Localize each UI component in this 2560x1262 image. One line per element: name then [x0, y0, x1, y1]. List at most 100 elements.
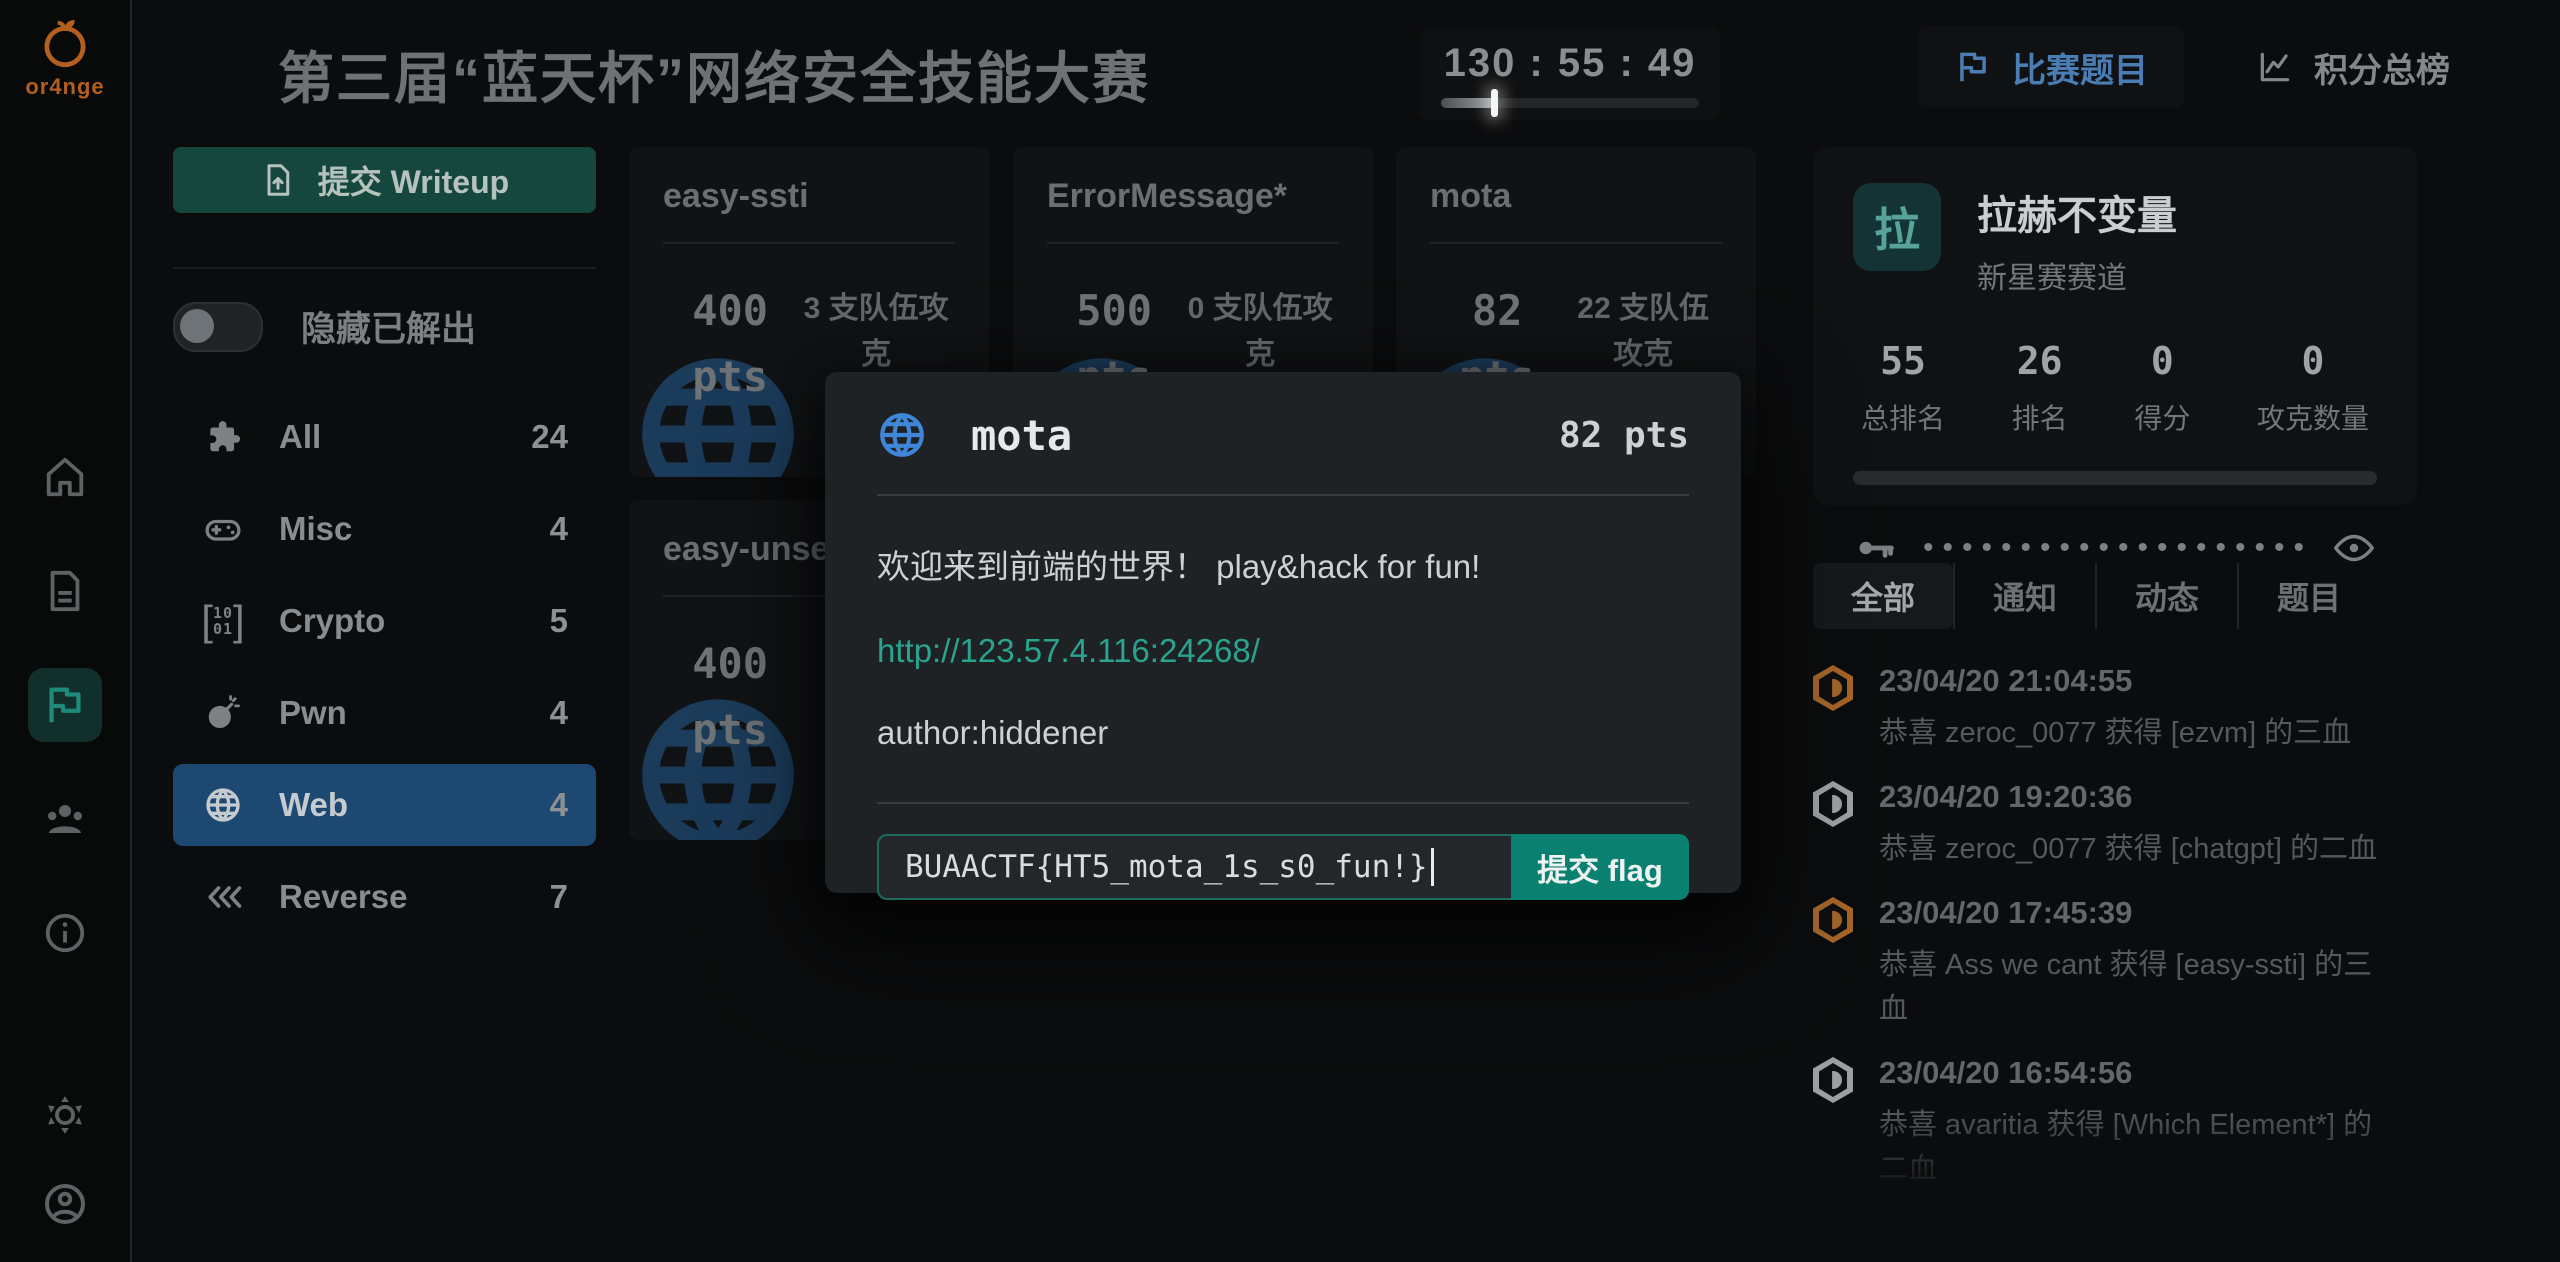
- divider: [173, 267, 596, 269]
- bomb-icon: [201, 694, 245, 732]
- page-title: 第三届“蓝天杯”网络安全技能大赛: [278, 34, 1150, 115]
- second-blood-badge-icon: [1813, 1057, 1853, 1103]
- timer-progress-track: [1441, 98, 1699, 108]
- modal-title: mota: [971, 411, 1072, 460]
- sidebar-item-teams[interactable]: [28, 782, 102, 856]
- stat-label: 总排名: [1861, 397, 1945, 437]
- category-count: 5: [550, 602, 568, 640]
- stat-value: 0: [2257, 339, 2369, 383]
- countdown-timer: 130 : 55 : 49: [1420, 28, 1720, 120]
- feed-tab-all[interactable]: 全部: [1813, 563, 1953, 629]
- challenge-points: 400: [692, 639, 768, 688]
- file-upload-icon: [260, 162, 296, 198]
- sidebar-item-home[interactable]: [28, 440, 102, 514]
- feed-bottom-fade: [1813, 1111, 2417, 1211]
- notifications-panel: 全部 通知 动态 题目 23/04/20 21:04:55 恭喜 zeroc_0…: [1813, 563, 2417, 1211]
- feed-tab-challenges[interactable]: 题目: [2237, 563, 2379, 629]
- challenge-title: ErrorMessage*: [1047, 177, 1339, 216]
- category-count: 24: [531, 418, 568, 456]
- team-stats: 55总排名 26排名 0得分 0攻克数量: [1853, 339, 2377, 437]
- divider: [1047, 242, 1339, 244]
- sidebar-item-challenges[interactable]: [28, 668, 102, 742]
- team-track: 新星赛赛道: [1977, 253, 2177, 297]
- feed-text: 恭喜 Ass we cant 获得 [easy-ssti] 的三血: [1879, 943, 2399, 1031]
- feed-time: 23/04/20 19:20:36: [1879, 779, 2377, 815]
- orange-logo-icon: [36, 14, 94, 72]
- third-blood-badge-icon: [1813, 665, 1853, 711]
- challenge-description: 欢迎来到前端的世界！ play&hack for fun!: [877, 540, 1689, 588]
- category-count: 7: [550, 878, 568, 916]
- points-unit: pts: [692, 705, 768, 754]
- category-reverse[interactable]: Reverse 7: [173, 856, 596, 938]
- globe-icon: [877, 410, 927, 460]
- team-avatar: 拉: [1853, 183, 1941, 271]
- flag-icon: [1954, 48, 1992, 86]
- text-caret: [1431, 848, 1434, 886]
- stat-label: 攻克数量: [2257, 397, 2369, 437]
- divider: [1430, 242, 1722, 244]
- category-label: Pwn: [279, 694, 347, 732]
- category-label: Crypto: [279, 602, 385, 640]
- user-circle-icon: [41, 1180, 89, 1228]
- flag-input[interactable]: BUAACTF{HT5_mota_1s_s0_fun!}: [877, 834, 1511, 900]
- sidebar-nav: [0, 440, 130, 970]
- submit-flag-button[interactable]: 提交 flag: [1511, 834, 1689, 900]
- divider: [877, 802, 1689, 804]
- challenge-author: author:hiddener: [877, 714, 1689, 752]
- filter-panel: 提交 Writeup 隐藏已解出 All 24: [173, 147, 596, 948]
- stat-value: 26: [2012, 339, 2068, 383]
- timer-text: 130 : 55 : 49: [1444, 41, 1697, 86]
- feed-item: 23/04/20 21:04:55 恭喜 zeroc_0077 获得 [ezvm…: [1813, 663, 2417, 755]
- submit-writeup-label: 提交 Writeup: [318, 157, 509, 203]
- sidebar: or4nge: [0, 0, 132, 1262]
- category-count: 4: [550, 510, 568, 548]
- stat-label: 排名: [2012, 397, 2068, 437]
- category-pwn[interactable]: Pwn 4: [173, 672, 596, 754]
- tab-scoreboard[interactable]: 积分总榜: [2220, 26, 2486, 108]
- profile-button[interactable]: [41, 1180, 89, 1228]
- info-icon: [42, 910, 88, 956]
- feed-tab-notices[interactable]: 通知: [1953, 563, 2095, 629]
- feed-time: 23/04/20 21:04:55: [1879, 663, 2351, 699]
- category-misc[interactable]: Misc 4: [173, 488, 596, 570]
- flag-icon: [42, 682, 88, 728]
- category-crypto[interactable]: [1001] Crypto 5: [173, 580, 596, 662]
- second-blood-badge-icon: [1813, 781, 1853, 827]
- challenge-title: mota: [1430, 177, 1722, 216]
- tab-label: 比赛题目: [2012, 43, 2148, 92]
- team-group-icon: [41, 795, 89, 843]
- team-name: 拉赫不变量: [1977, 183, 2177, 241]
- hide-solved-toggle[interactable]: [173, 302, 263, 352]
- team-panel: 拉 拉赫不变量 新星赛赛道 55总排名 26排名 0得分 0攻克数量 •••••…: [1813, 147, 2417, 505]
- challenge-points: 400: [692, 286, 768, 335]
- theme-toggle-button[interactable]: [42, 1092, 88, 1138]
- challenge-link[interactable]: http://123.57.4.116:24268/: [877, 632, 1689, 670]
- submit-writeup-button[interactable]: 提交 Writeup: [173, 147, 596, 213]
- flag-submit-row: BUAACTF{HT5_mota_1s_s0_fun!} 提交 flag: [877, 834, 1689, 900]
- category-label: Reverse: [279, 878, 407, 916]
- category-web[interactable]: Web 4: [173, 764, 596, 846]
- category-all[interactable]: All 24: [173, 396, 596, 478]
- brightness-icon: [42, 1092, 88, 1138]
- globe-icon: [201, 785, 245, 825]
- challenge-title: easy-ssti: [663, 177, 955, 216]
- top-tabs: 比赛题目 积分总榜: [1918, 26, 2486, 108]
- triple-chevron-left-icon: [201, 879, 245, 915]
- gamepad-icon: [201, 509, 245, 549]
- binary-brackets-icon: [1001]: [201, 603, 245, 639]
- feed-time: 23/04/20 16:54:56: [1879, 1055, 2399, 1091]
- feed-tabs: 全部 通知 动态 题目: [1813, 563, 2417, 629]
- stat-value: 0: [2134, 339, 2190, 383]
- category-label: Misc: [279, 510, 352, 548]
- team-progress-bar: [1853, 471, 2377, 485]
- feed-item: 23/04/20 17:45:39 恭喜 Ass we cant 获得 [eas…: [1813, 895, 2417, 1031]
- timer-progress-fill: [1441, 98, 1495, 108]
- feed-tab-activity[interactable]: 动态: [2095, 563, 2237, 629]
- sidebar-item-info[interactable]: [28, 896, 102, 970]
- document-icon: [42, 568, 88, 614]
- logo: or4nge: [0, 14, 130, 100]
- sidebar-item-docs[interactable]: [28, 554, 102, 628]
- masked-token: ••••••••••••••••••••••••••: [1923, 531, 2305, 565]
- tab-challenges[interactable]: 比赛题目: [1918, 26, 2184, 108]
- feed-item: 23/04/20 19:20:36 恭喜 zeroc_0077 获得 [chat…: [1813, 779, 2417, 871]
